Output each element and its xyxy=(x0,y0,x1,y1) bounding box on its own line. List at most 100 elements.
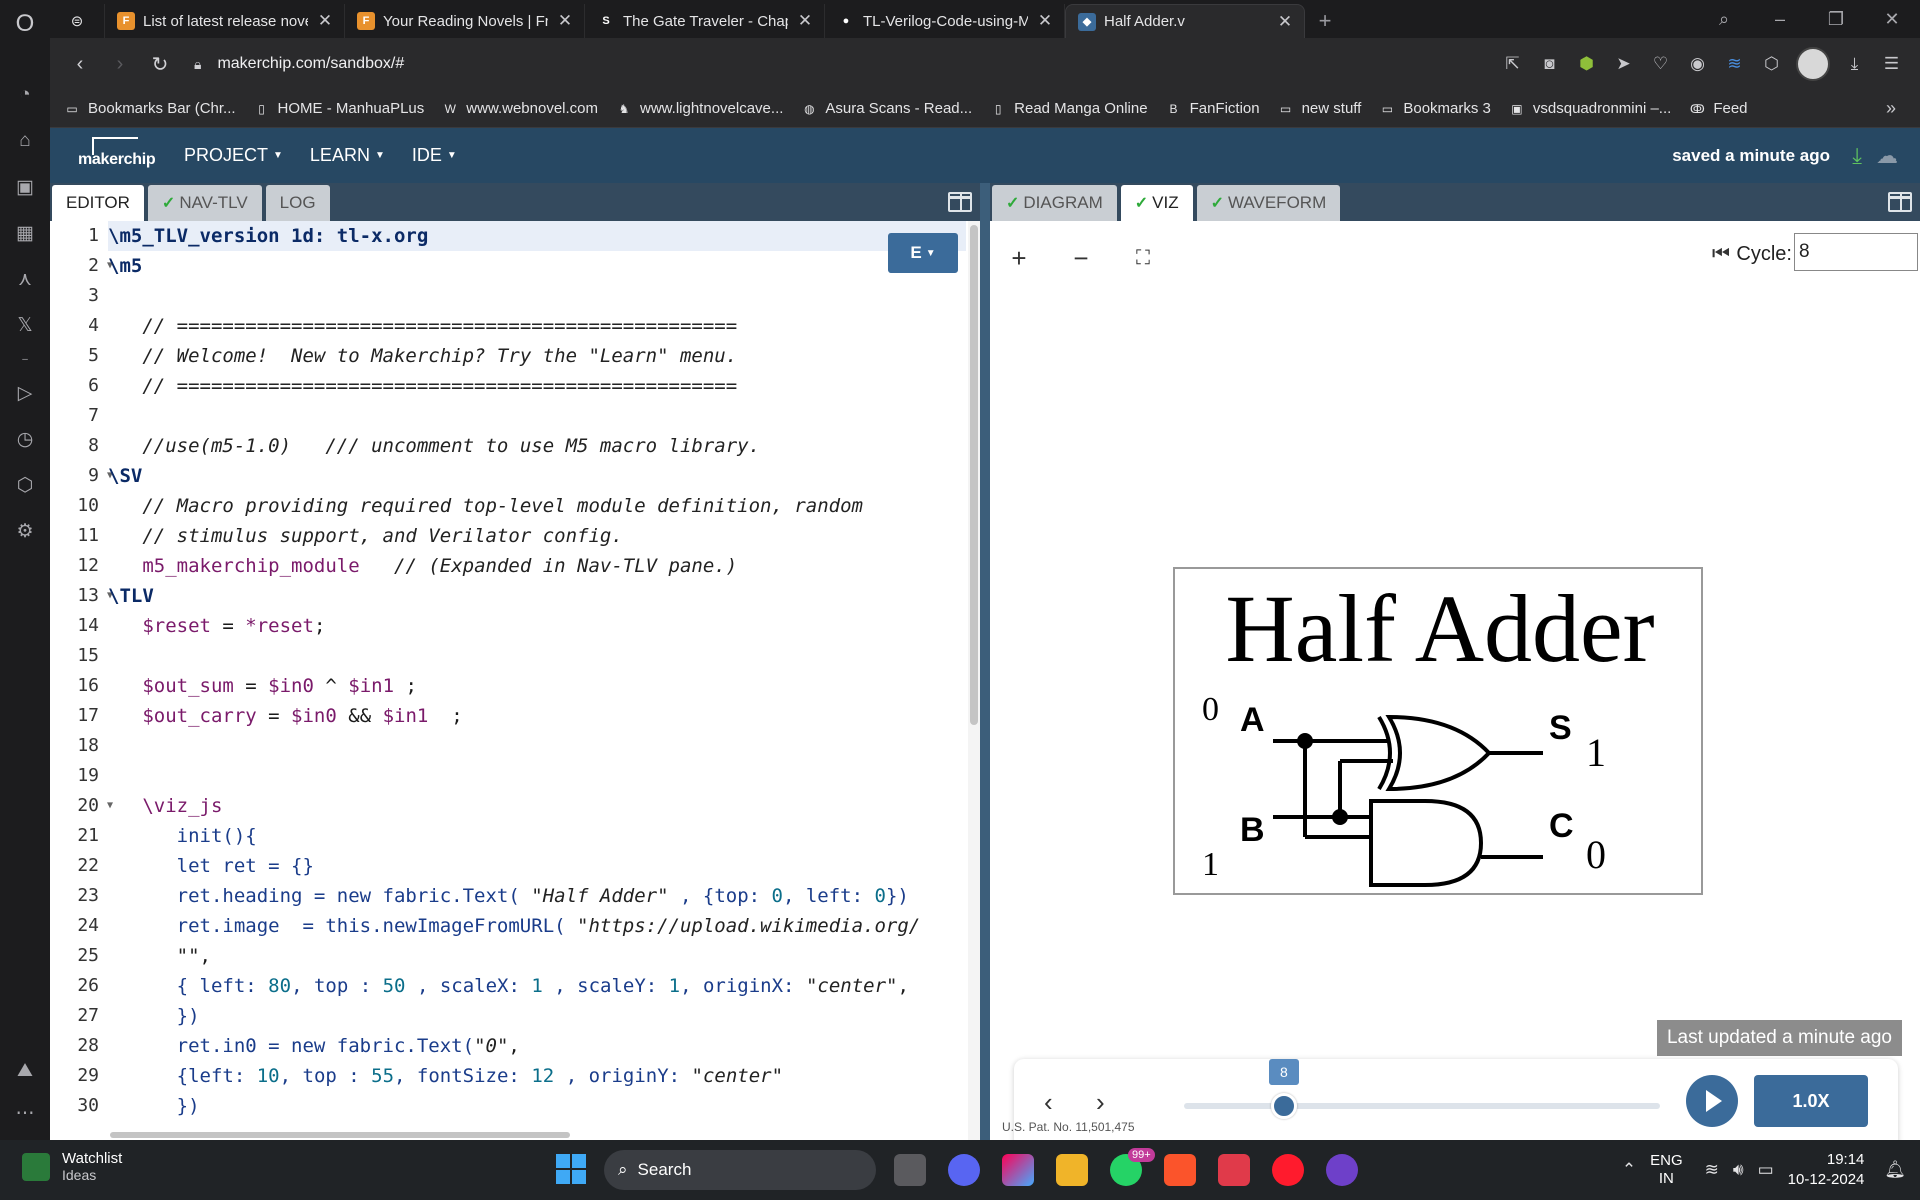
chip-icon[interactable]: ▦ xyxy=(0,216,50,250)
code-line[interactable]: "", xyxy=(108,941,966,971)
slider-handle[interactable] xyxy=(1270,1093,1297,1119)
step-forward-icon[interactable]: › xyxy=(1096,1087,1105,1118)
vertical-scroll-track[interactable] xyxy=(968,221,980,1140)
browser-tab[interactable]: F Your Reading Novels | Free ✕ xyxy=(345,4,585,38)
youtube-music-icon[interactable] xyxy=(1218,1154,1250,1186)
wifi-tray-icon[interactable]: ≋ xyxy=(1705,1160,1719,1180)
tab-nav-tlv[interactable]: ✓ NAV-TLV xyxy=(147,185,262,221)
task-view-icon[interactable] xyxy=(894,1154,926,1186)
code-line[interactable]: let ret = {} xyxy=(108,851,966,881)
speed-dial-icon[interactable]: ◔ xyxy=(0,78,50,112)
code-line[interactable]: \TLV xyxy=(108,581,966,611)
browser-tab[interactable]: S The Gate Traveler - Chapter ✕ xyxy=(585,4,825,38)
clock[interactable]: 19:14 10-12-2024 xyxy=(1788,1150,1865,1190)
menu-learn[interactable]: LEARN ▼ xyxy=(310,145,385,166)
code-line[interactable] xyxy=(108,281,966,311)
menu-ide[interactable]: IDE ▼ xyxy=(412,145,457,166)
tab-editor[interactable]: EDITOR xyxy=(52,185,144,221)
back-icon[interactable]: ‹ xyxy=(60,53,100,76)
reset-cycle-icon[interactable]: ⏮ xyxy=(1712,243,1730,266)
new-tab-button[interactable]: + xyxy=(1305,4,1345,38)
bookmark-item[interactable]: ↂ Feed xyxy=(1689,100,1748,117)
search-tabs-icon[interactable]: ⌕ xyxy=(1696,9,1752,30)
github-desktop-icon[interactable] xyxy=(1326,1154,1358,1186)
code-line[interactable]: }) xyxy=(108,1001,966,1031)
close-tab-icon[interactable]: ✕ xyxy=(1276,12,1294,32)
app-icon[interactable]: ⋏ xyxy=(0,262,50,296)
code-line[interactable]: // =====================================… xyxy=(108,311,966,341)
editor-menu-button[interactable]: E ▼ xyxy=(888,233,958,273)
volume-icon[interactable]: 🔊︎ xyxy=(1733,1160,1744,1180)
close-tab-icon[interactable]: ✕ xyxy=(1036,11,1054,31)
forward-icon[interactable]: › xyxy=(100,53,140,76)
profile-avatar[interactable] xyxy=(1796,47,1830,81)
twitch-icon[interactable]: ▣ xyxy=(0,170,50,204)
code-line[interactable]: ret.image = this.newImageFromURL( "https… xyxy=(108,911,966,941)
browser-tab[interactable]: ◆ Half Adder.v ✕ xyxy=(1065,4,1305,38)
more-icon[interactable]: ⋯ xyxy=(0,1096,50,1130)
opera-icon[interactable] xyxy=(1272,1154,1304,1186)
send-icon[interactable]: ➤ xyxy=(1605,54,1642,74)
bookmark-item[interactable]: B FanFiction xyxy=(1166,100,1260,117)
bookmark-item[interactable]: ▭ Bookmarks Bar (Chr... xyxy=(64,100,235,117)
cube-icon[interactable]: ⬡ xyxy=(1753,54,1790,74)
lock-icon[interactable]: 🔒︎ xyxy=(194,56,201,73)
language-indicator[interactable]: ENG IN xyxy=(1650,1152,1683,1188)
extensions-icon[interactable]: ⬡ xyxy=(0,468,50,502)
code-line[interactable]: m5_makerchip_module // (Expanded in Nav-… xyxy=(108,551,966,581)
makerchip-logo[interactable]: makerchip xyxy=(78,135,156,177)
gallery-icon[interactable]: ⛰ xyxy=(0,1054,50,1088)
bookmark-item[interactable]: ▯ HOME - ManhuaPLus xyxy=(254,100,424,117)
close-tab-icon[interactable]: ✕ xyxy=(316,11,334,31)
code-line[interactable]: ret.in0 = new fabric.Text("0", xyxy=(108,1031,966,1061)
play-button[interactable] xyxy=(1686,1075,1738,1127)
bookmark-item[interactable]: ▣ vsdsquadronmini –... xyxy=(1509,100,1671,117)
cycle-input[interactable]: 8 xyxy=(1794,233,1918,271)
maximize-pane-icon[interactable] xyxy=(948,192,972,212)
code-line[interactable]: // stimulus support, and Verilator confi… xyxy=(108,521,966,551)
cloud-upload-icon[interactable]: ☁ xyxy=(1876,143,1898,169)
file-explorer-icon[interactable] xyxy=(1056,1154,1088,1186)
easy-setup-icon[interactable]: ☰ xyxy=(1873,54,1910,74)
player-icon[interactable]: ▷ xyxy=(0,376,50,410)
menu-project[interactable]: PROJECT ▼ xyxy=(184,145,283,166)
bookmark-item[interactable]: ▭ Bookmarks 3 xyxy=(1379,100,1491,117)
zoom-in-icon[interactable]: + xyxy=(1004,243,1034,274)
tab-log[interactable]: LOG xyxy=(265,185,330,221)
code-line[interactable] xyxy=(108,641,966,671)
code-line[interactable]: \m5 xyxy=(108,251,966,281)
code-line[interactable] xyxy=(108,731,966,761)
vpn-icon[interactable]: ◉ xyxy=(1679,54,1716,74)
bookmark-item[interactable]: ◍ Asura Scans - Read... xyxy=(801,100,972,117)
bookmark-item[interactable]: ♞ www.lightnovelcave... xyxy=(616,100,784,117)
tab-waveform[interactable]: ✓ WAVEFORM xyxy=(1196,185,1341,221)
code-line[interactable]: $out_sum = $in0 ^ $in1 ; xyxy=(108,671,966,701)
tab-viz[interactable]: ✓ VIZ xyxy=(1120,185,1193,221)
close-tab-icon[interactable]: ✕ xyxy=(556,11,574,31)
settings-icon[interactable]: ⚙ xyxy=(0,514,50,548)
code-line[interactable]: { left: 80, top : 50 , scaleX: 1 , scale… xyxy=(108,971,966,1001)
vertical-scrollbar[interactable] xyxy=(970,225,978,725)
code-line[interactable]: init(){ xyxy=(108,821,966,851)
viz-canvas[interactable]: + − ⛶ ⏮ Cycle: 8 Half Adder A B S C 0 1 … xyxy=(990,221,1920,1149)
tab-diagram[interactable]: ✓ DIAGRAM xyxy=(992,185,1117,221)
workspace-icon[interactable]: ⌂ xyxy=(0,124,50,158)
camera-icon[interactable]: ◙ xyxy=(1531,54,1568,74)
brave-icon[interactable] xyxy=(1164,1154,1196,1186)
maximize-viz-pane-icon[interactable] xyxy=(1888,192,1912,212)
wifi-icon[interactable]: ≋ xyxy=(1716,54,1753,74)
history-icon[interactable]: ◷ xyxy=(0,422,50,456)
code-line[interactable]: //use(m5-1.0) /// uncomment to use M5 ma… xyxy=(108,431,966,461)
code-editor[interactable]: 1 2 ▼ 3 4 5 6 7 8 9 ▼ 10 11 12 13 ▼ 14 15 16 17 18 19 20 ▼ 21 22 2… xyxy=(50,221,980,1140)
download-project-icon[interactable]: ⤓ xyxy=(1852,143,1862,169)
step-back-icon[interactable]: ‹ xyxy=(1044,1087,1053,1118)
url-field[interactable]: makerchip.com/sandbox/# xyxy=(217,55,1494,73)
taskbar-search[interactable]: ⌕ Search xyxy=(604,1150,876,1190)
code-line[interactable]: \m5_TLV_version 1d: tl-x.org xyxy=(108,221,966,251)
notification-icon[interactable]: 🔔︎ xyxy=(1884,1160,1906,1180)
code-line[interactable]: // =====================================… xyxy=(108,371,966,401)
heart-icon[interactable]: ♡ xyxy=(1642,54,1679,74)
code-line[interactable] xyxy=(108,761,966,791)
code-line[interactable]: // Welcome! New to Makerchip? Try the "L… xyxy=(108,341,966,371)
code-text-area[interactable]: \m5_TLV_version 1d: tl-x.org \m5 // =====… xyxy=(108,221,966,1140)
